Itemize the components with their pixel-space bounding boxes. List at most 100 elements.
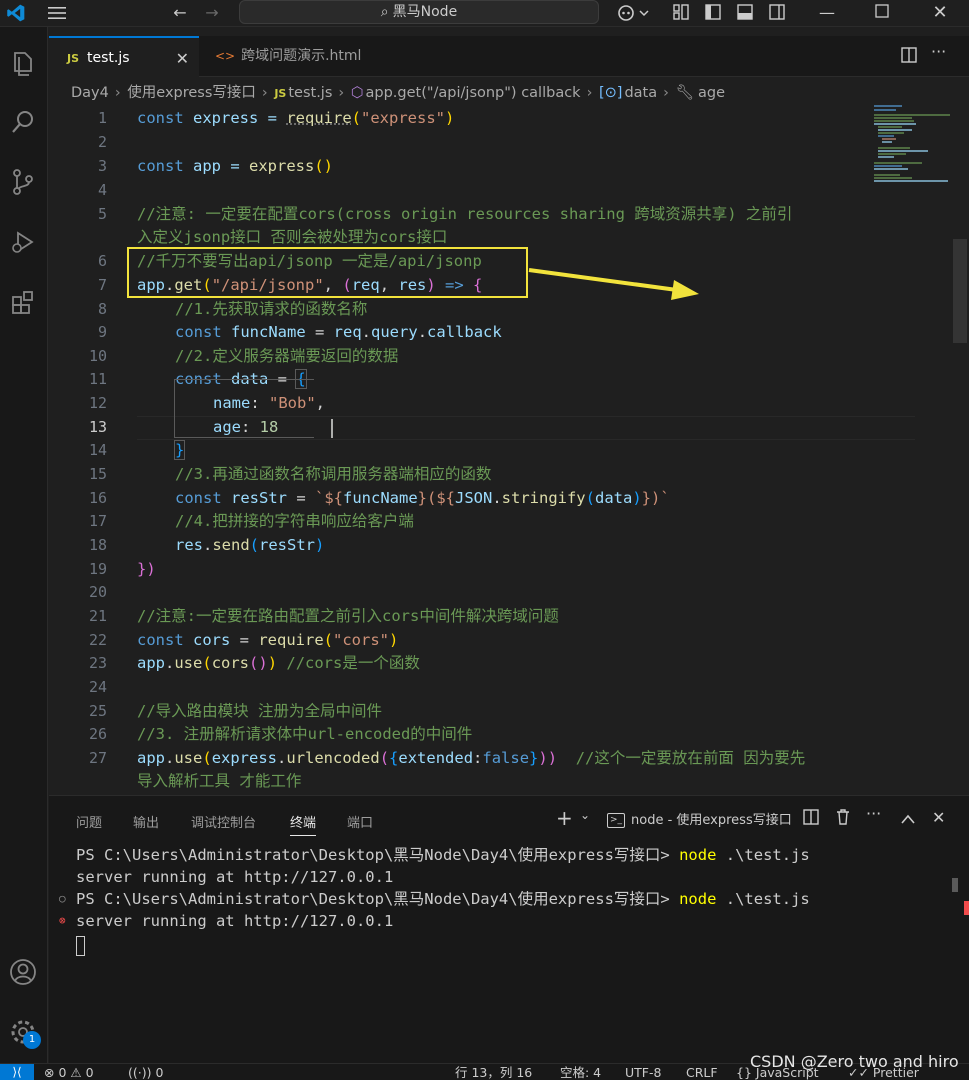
customize-layout-icon[interactable] [671, 3, 691, 23]
line-number: 4 [97, 181, 107, 199]
panel-tab-output[interactable]: 输出 [133, 812, 159, 831]
maximize-icon[interactable] [872, 3, 892, 23]
tab-cross-origin-html[interactable]: <> 跨域问题演示.html [199, 36, 429, 77]
minimap[interactable] [872, 104, 954, 184]
breadcrumb-item[interactable]: 使用express写接口 [127, 85, 256, 101]
panel-tab-ports[interactable]: 端口 [347, 812, 373, 831]
command-error-circle-icon: ⊗ [59, 914, 66, 927]
code-line: const app = express() [137, 157, 333, 175]
menu-icon[interactable] [46, 4, 68, 22]
eol-status[interactable]: CRLF [686, 1064, 718, 1080]
minimize-icon[interactable]: — [815, 3, 839, 23]
tab-label: test.js [87, 50, 130, 66]
breadcrumb-item[interactable]: app.get("/api/jsonp") callback [365, 85, 580, 101]
line-number: 2 [97, 133, 107, 151]
line-number: 14 [88, 441, 107, 459]
close-panel-icon[interactable]: ✕ [932, 808, 945, 827]
line-number: 3 [97, 157, 107, 175]
trash-icon[interactable] [834, 808, 852, 830]
encoding-status[interactable]: UTF-8 [625, 1064, 661, 1080]
line-number: 22 [88, 631, 107, 649]
terminal-line: PS C:\Users\Administrator\Desktop\黑马Node… [76, 846, 810, 864]
code-comment: //导入路由模块 注册为全局中间件 [137, 702, 382, 720]
code-line: app.use(cors()) //cors是一个函数 [137, 654, 420, 672]
line-number: 25 [88, 702, 107, 720]
code-comment: //4.把拼接的字符串响应给客户端 [175, 512, 414, 530]
scrollbar-thumb[interactable] [953, 239, 967, 343]
copilot-icon[interactable] [614, 3, 652, 23]
code-comment: 导入解析工具 才能工作 [137, 772, 302, 790]
command-success-circle-icon: ○ [59, 892, 66, 905]
terminal-instance-label[interactable]: >_ node - 使用express写接口 [607, 809, 792, 828]
search-icon[interactable] [6, 105, 40, 139]
code-line: const express = require("express") [137, 109, 455, 127]
breadcrumb-item[interactable]: test.js [288, 85, 332, 101]
remote-icon[interactable]: ⟩⟨ [0, 1064, 34, 1080]
toggle-primary-sidebar-icon[interactable] [703, 3, 723, 23]
wrench-icon: 🔧︎ [675, 85, 694, 101]
new-terminal-plus-icon[interactable]: + [556, 806, 573, 830]
chevron-down-icon[interactable]: ⌄ [580, 808, 590, 822]
editor-tab-bar: JS test.js ✕ <> 跨域问题演示.html ··· [49, 36, 969, 77]
line-number: 5 [97, 205, 107, 223]
back-arrow-icon[interactable]: ← [170, 4, 190, 22]
line-number: 23 [88, 654, 107, 672]
activity-bar [0, 27, 48, 1063]
run-and-debug-icon[interactable] [6, 225, 40, 259]
code-comment: //3.再通过函数名称调用服务器端相应的函数 [175, 465, 492, 483]
terminal-scrollbar[interactable] [952, 878, 958, 892]
explorer-icon[interactable] [6, 47, 40, 81]
toggle-panel-icon[interactable] [735, 3, 755, 23]
panel-tab-debug-console[interactable]: 调试控制台 [191, 812, 256, 831]
code-comment: //注意: 一定要在配置cors(cross origin resources … [137, 205, 793, 223]
chevron-right-icon: › [338, 85, 345, 101]
split-editor-icon[interactable] [900, 46, 918, 68]
maximize-panel-chevron-up-icon[interactable] [900, 810, 916, 829]
chevron-right-icon: › [114, 85, 121, 101]
editor-scrollbar[interactable] [953, 104, 967, 794]
terminal-icon: >_ [607, 813, 625, 828]
more-actions-icon[interactable]: ··· [866, 804, 881, 823]
code-line: }) [137, 560, 156, 578]
breadcrumb-item[interactable]: data [624, 85, 657, 101]
code-editor[interactable]: 1 2 3 4 5 6 7 8 9 10 11 12 13 14 15 16 1… [49, 104, 969, 794]
account-icon[interactable] [6, 955, 40, 989]
line-number: 6 [97, 252, 107, 270]
code-line: const funcName = req.query.callback [175, 323, 502, 341]
code-line: res.send(resStr) [175, 536, 325, 554]
code-comment: //3. 注册解析请求体中url-encoded的中间件 [137, 725, 473, 743]
toggle-secondary-sidebar-icon[interactable] [767, 3, 787, 23]
breadcrumb-item[interactable]: Day4 [71, 85, 109, 101]
terminal-line: PS C:\Users\Administrator\Desktop\黑马Node… [76, 890, 810, 908]
indentation-status[interactable]: 空格: 4 [560, 1064, 601, 1080]
extensions-icon[interactable] [6, 285, 40, 319]
bracket-scope-guide [174, 379, 314, 438]
breadcrumb-item[interactable]: age [698, 85, 725, 101]
search-icon: ⌕ [380, 4, 389, 20]
line-number: 24 [88, 678, 107, 696]
cursor-position[interactable]: 行 13，列 16 [455, 1064, 532, 1080]
more-actions-icon[interactable]: ··· [931, 42, 946, 61]
title-bar: ← → ⌕ 黑马Node — ✕ [0, 0, 969, 27]
line-number: 27 [88, 749, 107, 767]
code-line: const cors = require("cors") [137, 631, 399, 649]
chevron-right-icon: › [663, 85, 669, 101]
line-number: 19 [88, 560, 107, 578]
panel-tab-problems[interactable]: 问题 [76, 812, 102, 831]
line-number: 11 [88, 370, 107, 388]
split-terminal-icon[interactable] [802, 808, 820, 830]
close-window-icon[interactable]: ✕ [930, 3, 950, 23]
terminal-line: server running at http://127.0.0.1 [76, 868, 394, 886]
problems-status[interactable]: ⊗ 0 ⚠ 0 [44, 1064, 94, 1080]
panel-tab-terminal[interactable]: 终端 [290, 812, 317, 836]
code-line: } [173, 440, 186, 460]
tab-test-js[interactable]: JS test.js ✕ [49, 36, 199, 77]
terminal-cursor [76, 936, 85, 956]
command-center-search[interactable]: ⌕ 黑马Node [239, 0, 599, 24]
close-tab-icon[interactable]: ✕ [176, 38, 189, 79]
code-comment: //2.定义服务器端要返回的数据 [175, 347, 399, 365]
source-control-icon[interactable] [6, 165, 40, 199]
ports-status[interactable]: ((·)) 0 [128, 1064, 163, 1080]
line-number: 18 [88, 536, 107, 554]
forward-arrow-icon[interactable]: → [202, 4, 222, 22]
